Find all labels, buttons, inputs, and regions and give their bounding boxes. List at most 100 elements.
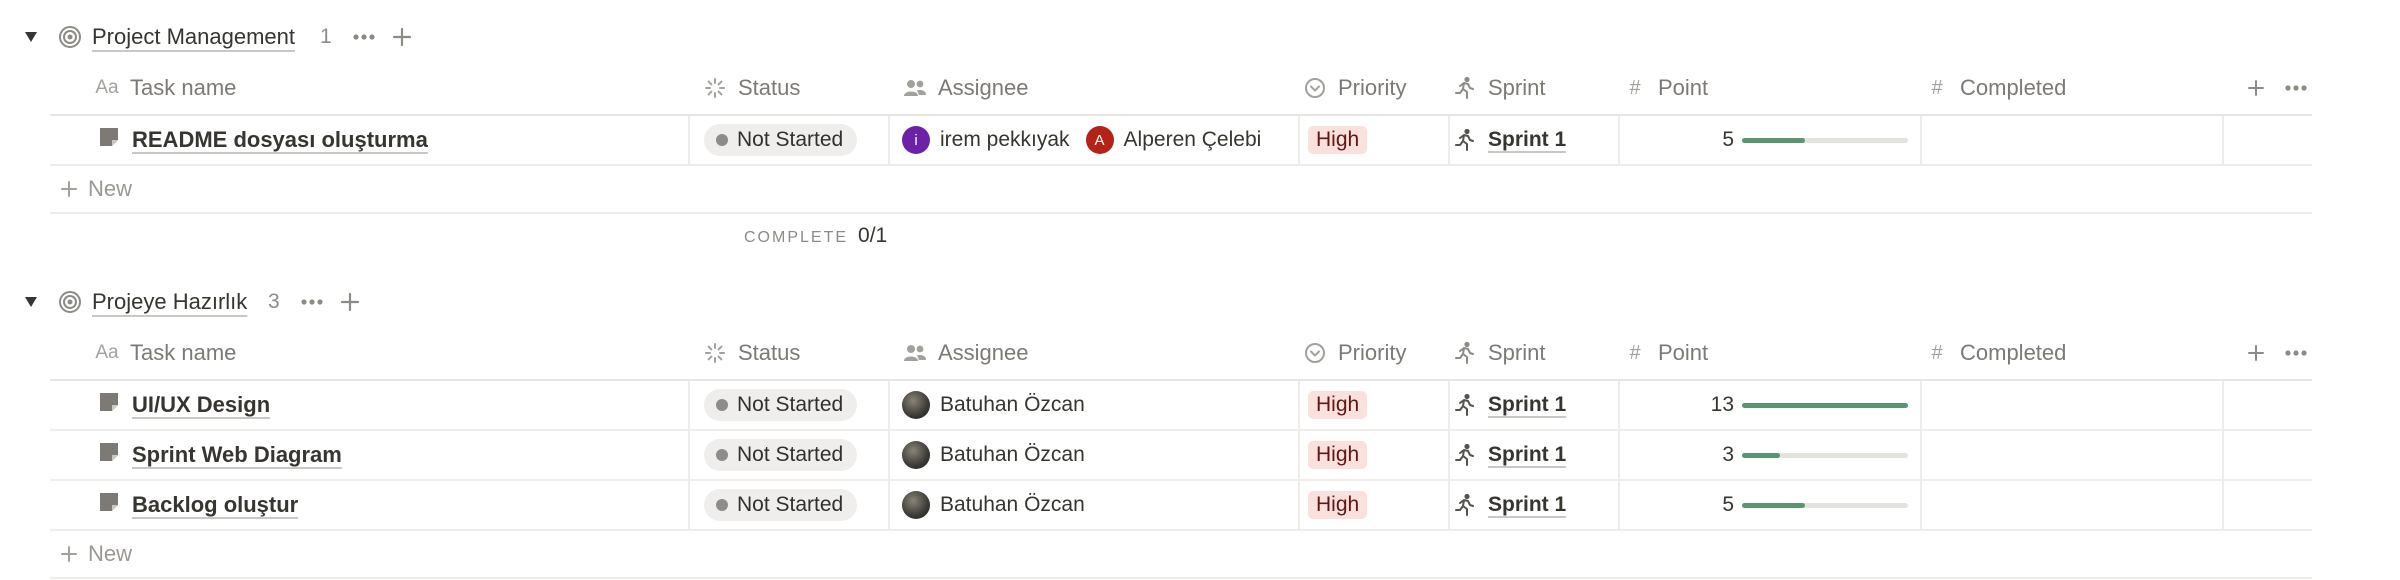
column-priority[interactable]: Priority	[1302, 62, 1406, 114]
group-project-management: Project Management 1 Aa Task name Status…	[0, 0, 2400, 265]
sprint-link[interactable]: Sprint 1	[1454, 493, 1566, 517]
divider	[688, 481, 690, 529]
new-row-button[interactable]: New	[50, 166, 2312, 214]
assignee-chip[interactable]: Batuhan Özcan	[902, 391, 1085, 419]
cell-sprint[interactable]: Sprint 1	[1454, 116, 1566, 164]
table-row[interactable]: UI/UX Design Not Started Batuhan Özcan H…	[50, 381, 2312, 431]
cell-status[interactable]: Not Started	[704, 116, 858, 164]
cell-completed[interactable]	[1922, 381, 2222, 429]
ellipsis-icon[interactable]	[350, 23, 378, 51]
plus-icon[interactable]	[2236, 62, 2276, 114]
task-title[interactable]: UI/UX Design	[132, 392, 270, 418]
column-status[interactable]: Status	[702, 62, 800, 114]
priority-badge[interactable]: High	[1308, 391, 1368, 419]
group-title[interactable]: Projeye Hazırlık	[92, 289, 247, 315]
column-task-name[interactable]: Aa Task name	[94, 327, 236, 379]
cell-status[interactable]: Not Started	[704, 431, 858, 479]
status-text: Not Started	[737, 493, 844, 516]
column-priority[interactable]: Priority	[1302, 327, 1406, 379]
column-label: Point	[1658, 75, 1709, 100]
task-title[interactable]: Backlog oluştur	[132, 492, 298, 518]
cell-task: README dosyası oluşturma	[98, 116, 428, 164]
new-row-button[interactable]: New	[50, 531, 2312, 579]
cell-status[interactable]: Not Started	[704, 481, 858, 529]
plus-icon[interactable]	[2236, 327, 2276, 379]
calculation-summary[interactable]: COMPLETE 0/1	[744, 224, 887, 248]
point-progress-bar	[1742, 403, 1908, 408]
avatar: A	[1085, 126, 1114, 154]
cell-priority[interactable]: High	[1308, 431, 1368, 479]
group-title[interactable]: Project Management	[92, 24, 295, 50]
point-value: 5	[1722, 493, 1734, 516]
column-point[interactable]: # Point	[1622, 327, 1708, 379]
column-assignee[interactable]: Assignee	[902, 62, 1029, 114]
cell-sprint[interactable]: Sprint 1	[1454, 481, 1566, 529]
column-sprint[interactable]: Sprint	[1452, 327, 1545, 379]
text-type-icon: Aa	[95, 342, 119, 363]
cell-point[interactable]: 3	[1620, 431, 1920, 479]
assignee-chip[interactable]: Batuhan Özcan	[902, 441, 1085, 469]
column-label: Status	[738, 340, 801, 365]
priority-badge[interactable]: High	[1308, 126, 1368, 154]
target-icon	[58, 290, 82, 314]
avatar	[902, 441, 930, 469]
cell-assignee[interactable]: Batuhan Özcan	[902, 481, 1298, 529]
column-label: Assignee	[938, 75, 1029, 100]
column-point[interactable]: # Point	[1622, 62, 1708, 114]
triangle-down-icon[interactable]	[20, 291, 42, 313]
column-assignee[interactable]: Assignee	[902, 327, 1029, 379]
cell-priority[interactable]: High	[1308, 116, 1368, 164]
ellipsis-icon[interactable]	[2276, 327, 2316, 379]
sprint-link[interactable]: Sprint 1	[1454, 393, 1566, 417]
plus-icon[interactable]	[336, 288, 364, 316]
hash-icon: #	[1629, 341, 1641, 364]
cell-priority[interactable]: High	[1308, 481, 1368, 529]
column-sprint[interactable]: Sprint	[1452, 62, 1545, 114]
status-badge[interactable]: Not Started	[704, 389, 858, 421]
cell-status[interactable]: Not Started	[704, 381, 858, 429]
column-completed[interactable]: # Completed	[1924, 327, 2066, 379]
column-status[interactable]: Status	[702, 327, 800, 379]
assignee-chip[interactable]: A Alperen Çelebi	[1085, 126, 1261, 154]
ellipsis-icon[interactable]	[298, 288, 326, 316]
task-title[interactable]: Sprint Web Diagram	[132, 442, 342, 468]
task-title[interactable]: README dosyası oluşturma	[132, 127, 428, 153]
cell-assignee[interactable]: Batuhan Özcan	[902, 431, 1298, 479]
table-row[interactable]: Backlog oluştur Not Started Batuhan Özca…	[50, 481, 2312, 531]
column-completed[interactable]: # Completed	[1924, 62, 2066, 114]
triangle-down-icon[interactable]	[20, 26, 42, 48]
cell-point[interactable]: 5	[1620, 116, 1920, 164]
status-dot	[716, 399, 728, 411]
point-value: 3	[1722, 443, 1734, 466]
table-row[interactable]: Sprint Web Diagram Not Started Batuhan Ö…	[50, 431, 2312, 481]
assignee-chip[interactable]: i irem pekkıyak	[902, 126, 1070, 154]
status-badge[interactable]: Not Started	[704, 439, 858, 471]
priority-badge[interactable]: High	[1308, 491, 1368, 519]
cell-assignee[interactable]: i irem pekkıyak A Alperen Çelebi	[902, 116, 1298, 164]
ellipsis-icon[interactable]	[2276, 62, 2316, 114]
cell-assignee[interactable]: Batuhan Özcan	[902, 381, 1298, 429]
divider	[2222, 116, 2224, 164]
runner-icon	[1455, 443, 1474, 466]
priority-badge[interactable]: High	[1308, 441, 1368, 469]
divider	[688, 431, 690, 479]
point-progress-fill	[1742, 503, 1806, 508]
column-task-name[interactable]: Aa Task name	[94, 62, 236, 114]
plus-icon[interactable]	[388, 23, 416, 51]
sprint-link[interactable]: Sprint 1	[1454, 443, 1566, 467]
chevron-circle-icon	[1302, 340, 1328, 366]
cell-completed[interactable]	[1922, 481, 2222, 529]
sprint-link[interactable]: Sprint 1	[1454, 128, 1566, 152]
cell-completed[interactable]	[1922, 116, 2222, 164]
cell-completed[interactable]	[1922, 431, 2222, 479]
cell-sprint[interactable]: Sprint 1	[1454, 381, 1566, 429]
cell-sprint[interactable]: Sprint 1	[1454, 431, 1566, 479]
status-badge[interactable]: Not Started	[704, 124, 858, 156]
cell-point[interactable]: 5	[1620, 481, 1920, 529]
assignee-chip[interactable]: Batuhan Özcan	[902, 491, 1085, 519]
cell-priority[interactable]: High	[1308, 381, 1368, 429]
cell-point[interactable]: 13	[1620, 381, 1920, 429]
cell-task: Backlog oluştur	[98, 481, 298, 529]
table-row[interactable]: README dosyası oluşturma Not Started i ir…	[50, 116, 2312, 166]
status-badge[interactable]: Not Started	[704, 489, 858, 521]
